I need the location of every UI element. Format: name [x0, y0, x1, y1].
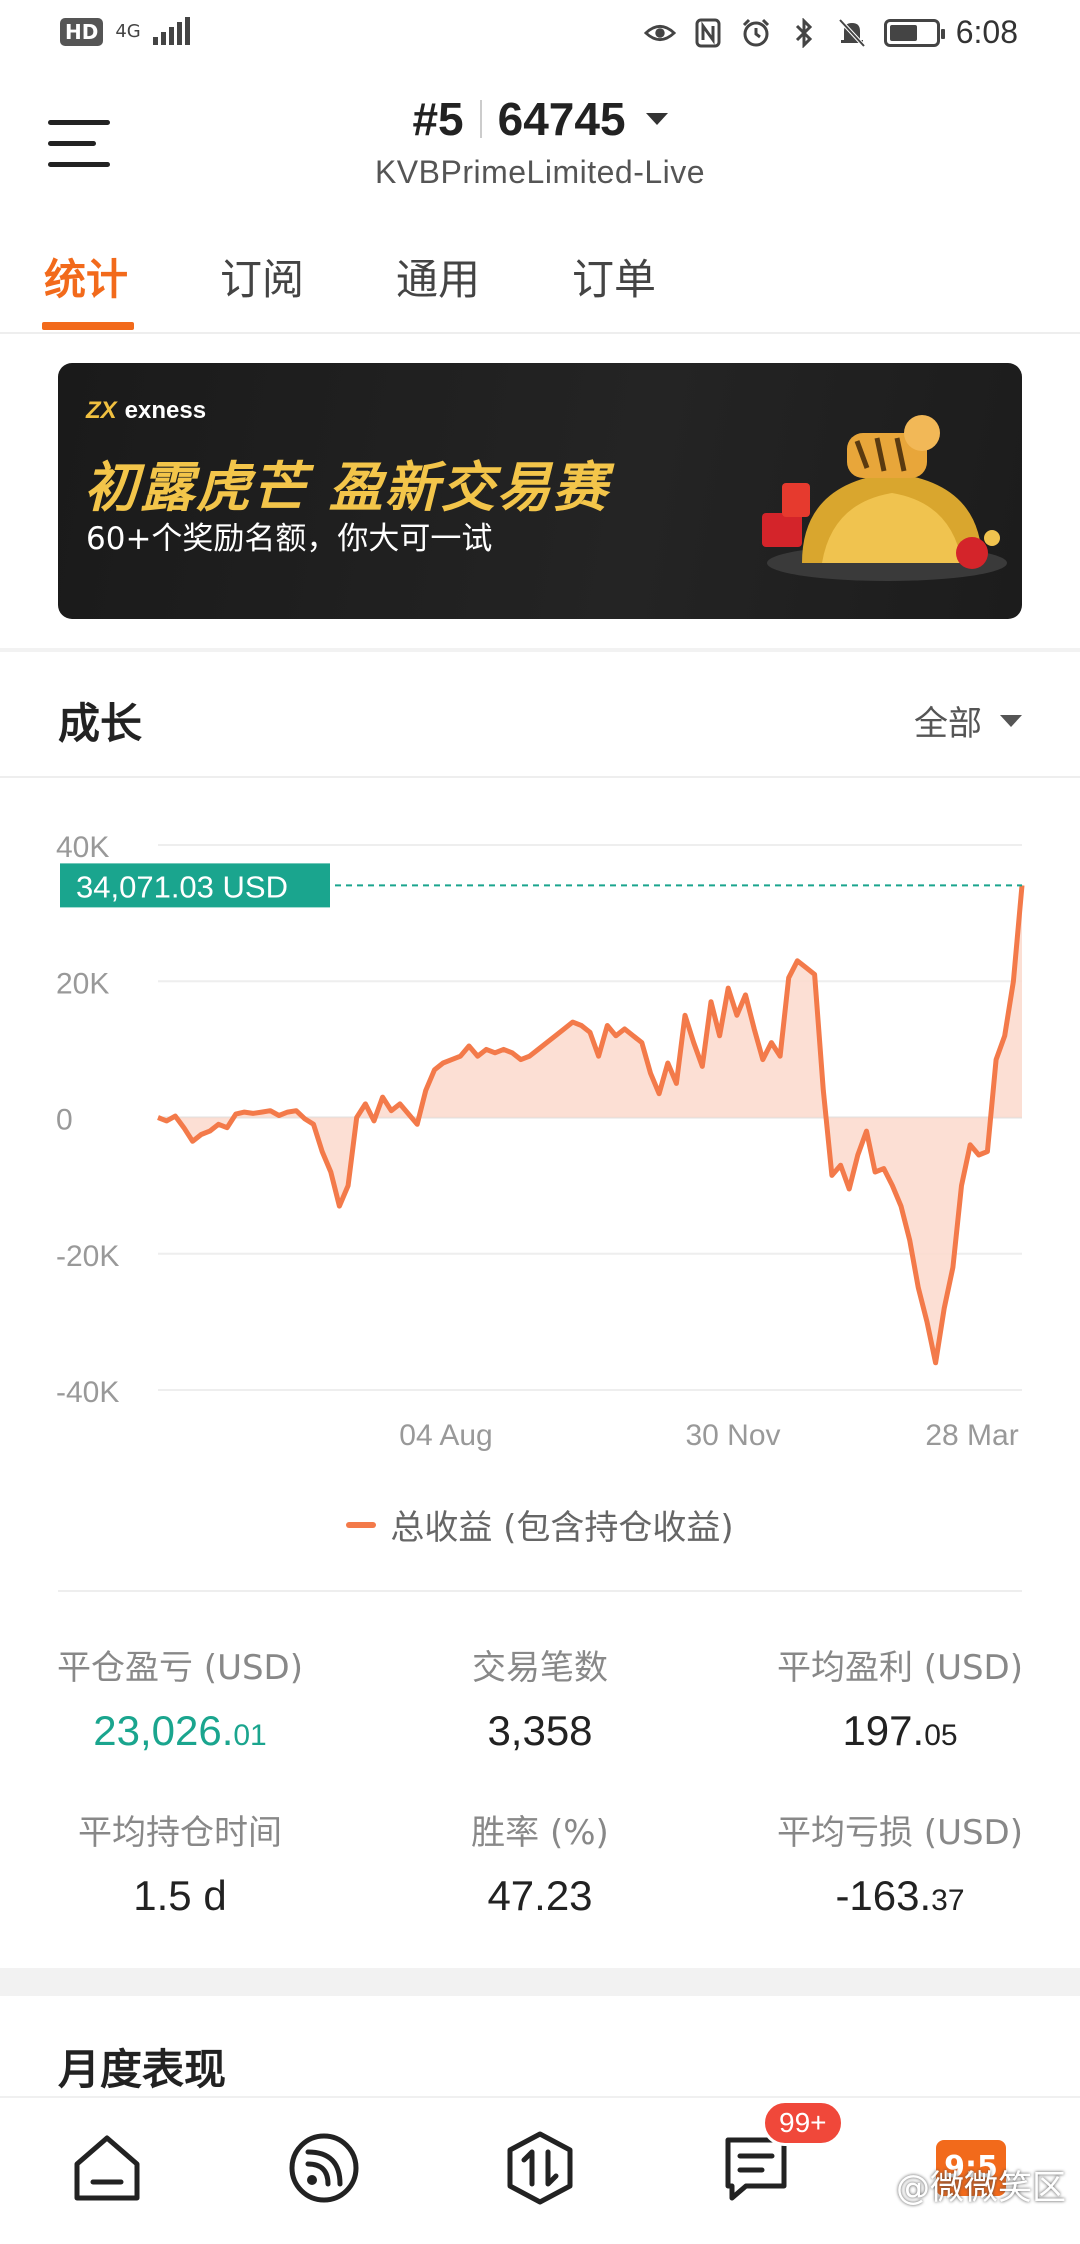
mute-bell-icon [836, 17, 868, 49]
account-separator [479, 100, 482, 138]
range-filter-label: 全部 [914, 704, 982, 744]
feed-icon[interactable] [284, 2128, 364, 2208]
y-tick-label: 20K [56, 967, 109, 1000]
stat-average-hold-time: 平均持仓时间 1.5 d [10, 1805, 350, 1920]
stat-value: 23,026.01 [93, 1707, 267, 1754]
range-filter[interactable]: 全部 [914, 696, 1022, 745]
banner-brand: exness [124, 397, 207, 424]
network-type: 4G [115, 21, 141, 42]
current-value-label: 34,071.03 USD [76, 869, 288, 904]
stat-average-loss: 平均亏损 (USD) -163.37 [730, 1805, 1070, 1920]
account-number: #5 [412, 93, 464, 145]
tab-general[interactable]: 通用 [396, 246, 480, 307]
stat-value: -163.37 [835, 1872, 965, 1919]
watermark: @微微笑区 [896, 2168, 1066, 2208]
tab-orders[interactable]: 订单 [572, 246, 656, 307]
exness-logo: ZX exness [86, 397, 206, 425]
section-divider [0, 648, 1080, 652]
stat-value: 3,358 [487, 1707, 593, 1754]
account-id: 64745 [497, 93, 626, 145]
x-tick-label: 04 Aug [399, 1419, 492, 1452]
account-selector[interactable]: #5 64745 KVBPrimeLimited-Live [0, 92, 1080, 191]
section-divider [0, 776, 1080, 778]
stat-label: 平均持仓时间 [78, 1813, 282, 1853]
growth-chart[interactable]: 40K 20K 0 -20K -40K 34,071.03 USD 04 Aug 30 Nov… [0, 800, 1080, 1480]
banner-subtitle: 60+个奖励名额，你大可一试 [86, 521, 493, 557]
tab-active-indicator [42, 322, 134, 330]
exness-mark-icon: ZX [86, 397, 117, 424]
legend-label: 总收益 (包含持仓收益) [390, 1508, 734, 1548]
y-tick-label: -20K [56, 1240, 119, 1273]
x-tick-label: 28 Mar [925, 1419, 1018, 1452]
trophy-tiger-illustration [762, 415, 1007, 581]
alarm-icon [740, 17, 772, 49]
stat-label: 平均盈利 (USD) [777, 1648, 1023, 1688]
chevron-down-icon [645, 113, 668, 125]
stat-label: 平均亏损 (USD) [777, 1813, 1023, 1853]
stat-closed-pnl: 平仓盈亏 (USD) 23,026.01 [10, 1640, 350, 1755]
app-header: #5 64745 KVBPrimeLimited-Live [0, 72, 1080, 212]
nfc-icon [692, 17, 724, 49]
x-tick-label: 30 Nov [685, 1419, 780, 1452]
bluetooth-icon [788, 17, 820, 49]
status-bar: HD 4G 6:08 [0, 0, 1080, 72]
signal-icon [152, 17, 190, 45]
hd-indicator: HD [60, 18, 104, 46]
eye-icon [643, 17, 676, 49]
server-name: KVBPrimeLimited-Live [374, 154, 706, 190]
promo-banner[interactable]: ZX exness 初露虎芒 盈新交易赛 60+个奖励名额，你大可一试 [58, 363, 1022, 619]
tab-statistics[interactable]: 统计 [44, 246, 128, 307]
stat-label: 平仓盈亏 (USD) [57, 1648, 303, 1688]
home-icon[interactable] [67, 2128, 147, 2208]
growth-title: 成长 [58, 699, 143, 748]
stat-trade-count: 交易笔数 3,358 [370, 1640, 710, 1755]
stats-divider [58, 1590, 1022, 1592]
battery-icon [883, 18, 945, 47]
monthly-performance-title: 月度表现 [58, 2045, 227, 2094]
chart-legend: 总收益 (包含持仓收益) [0, 1500, 1080, 1549]
stat-label: 胜率 (%) [471, 1813, 609, 1853]
trade-icon[interactable] [500, 2128, 580, 2208]
tab-subscribe[interactable]: 订阅 [220, 246, 304, 307]
stat-average-profit: 平均盈利 (USD) 197.05 [730, 1640, 1070, 1755]
stat-label: 交易笔数 [472, 1648, 608, 1688]
y-tick-label: 0 [56, 1104, 73, 1137]
stat-win-rate: 胜率 (%) 47.23 [370, 1805, 710, 1920]
tab-bar: 统计 订阅 通用 订单 [0, 230, 1080, 334]
y-tick-label: 40K [56, 831, 109, 864]
stat-value: 47.23 [487, 1872, 593, 1919]
caret-down-icon [1000, 714, 1022, 727]
stat-value: 1.5 d [133, 1872, 227, 1919]
stat-value: 197.05 [842, 1707, 958, 1754]
series-area [158, 885, 1022, 1363]
message-count-badge: 99+ [762, 2100, 844, 2146]
legend-swatch [346, 1521, 377, 1528]
section-divider [0, 1968, 1080, 1996]
clock: 6:08 [955, 14, 1018, 50]
banner-title: 初露虎芒 盈新交易赛 [84, 456, 609, 519]
y-tick-label: -40K [56, 1376, 119, 1409]
